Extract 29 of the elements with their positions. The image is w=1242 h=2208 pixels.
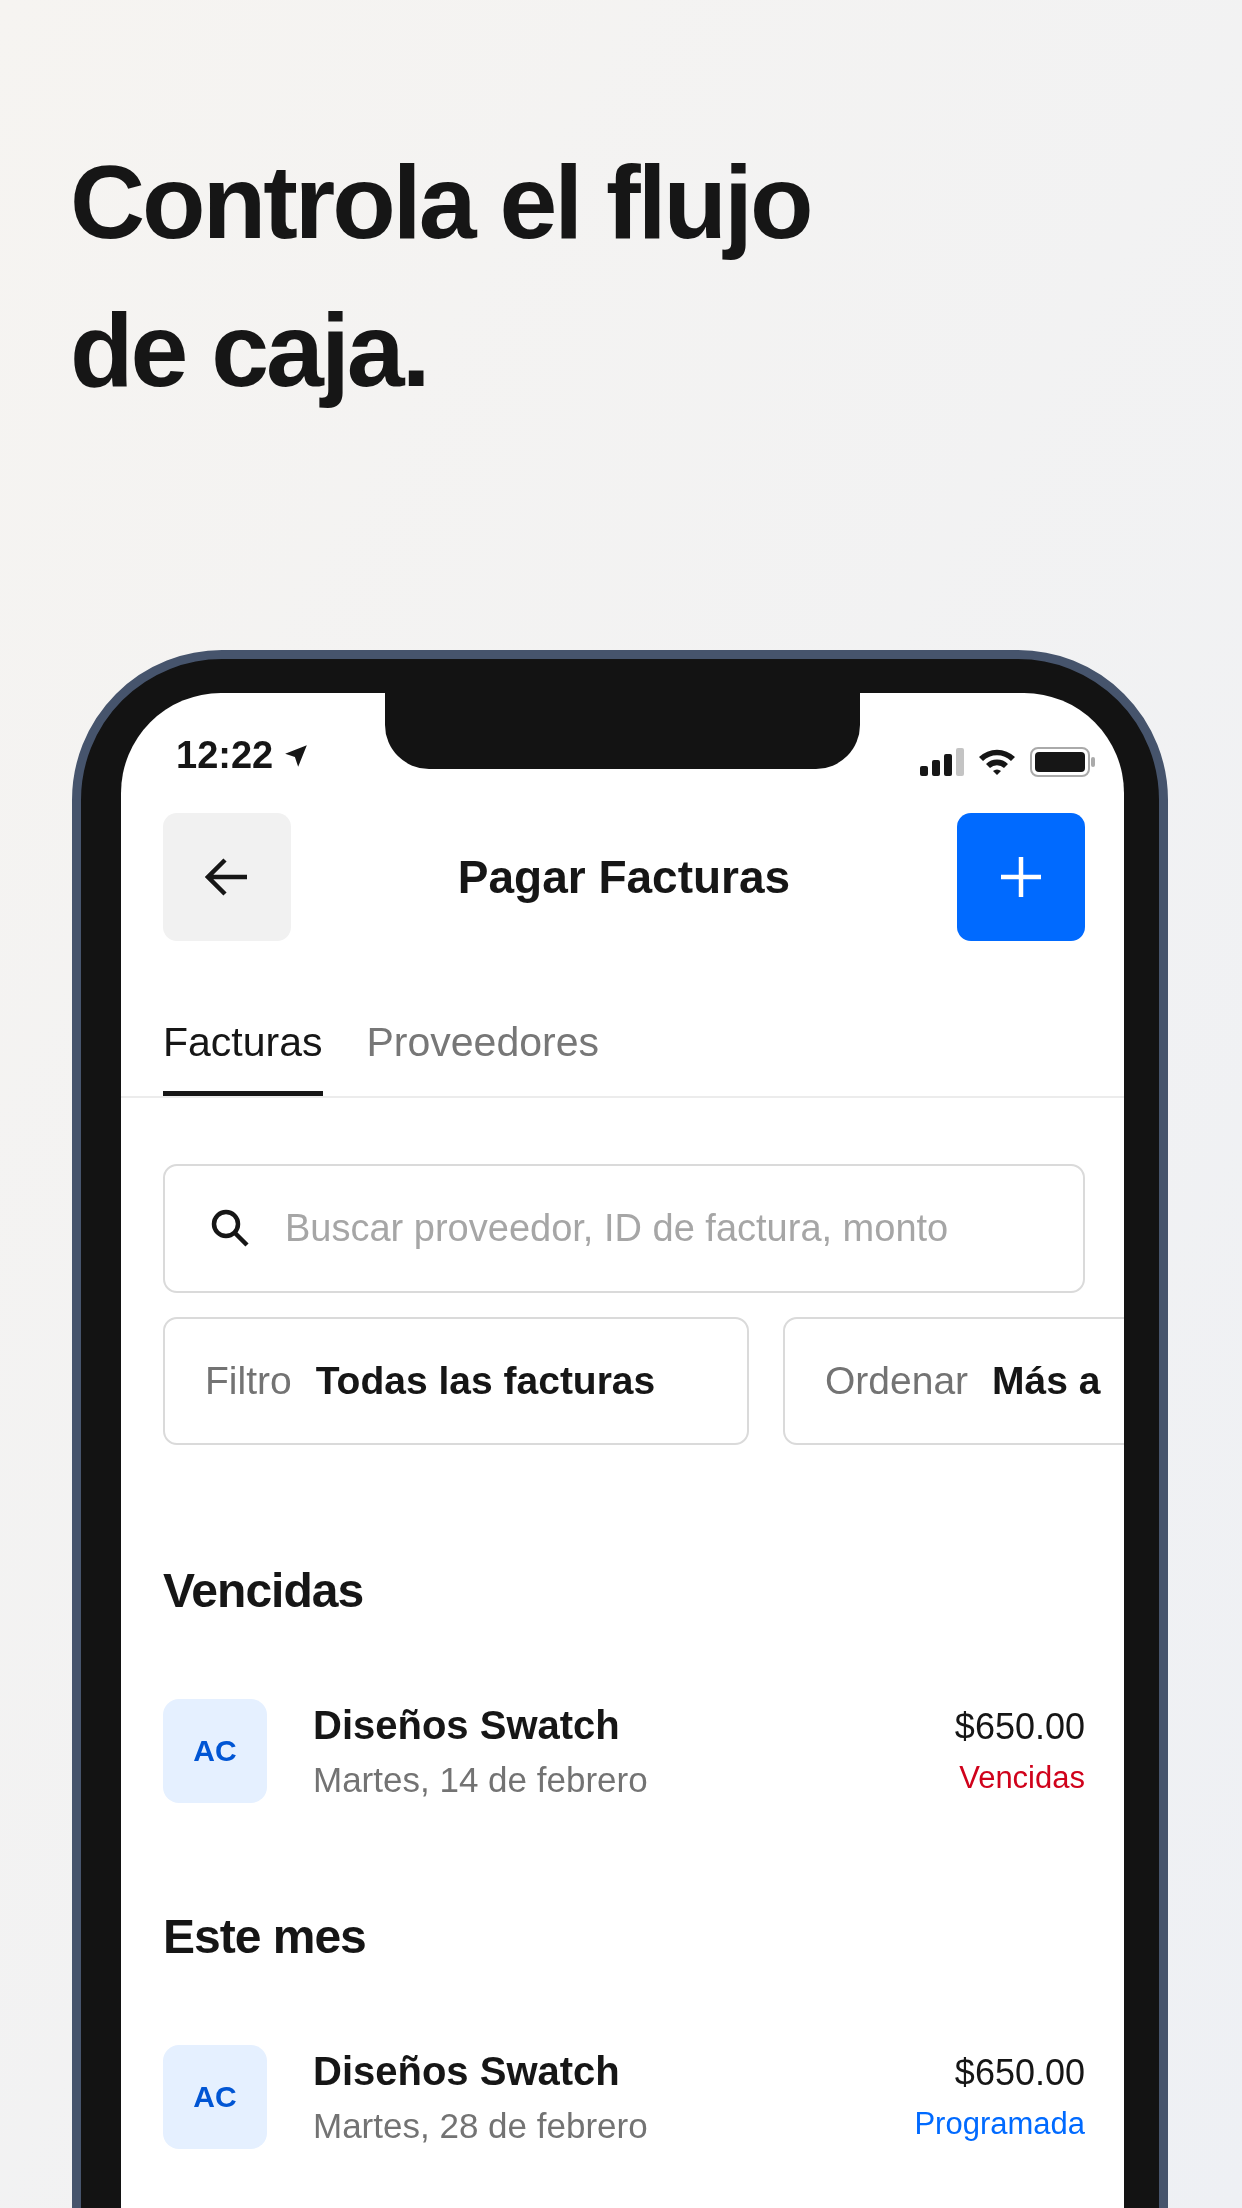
- invoice-date: Martes, 14 de febrero: [313, 1759, 649, 1800]
- page-title: Pagar Facturas: [457, 850, 791, 904]
- signal-icon: [920, 748, 964, 776]
- vendor-avatar: AC: [163, 2045, 267, 2149]
- status-time: 12:22: [176, 734, 274, 777]
- invoice-status: Vencidas: [959, 1760, 1085, 1796]
- location-icon: [283, 742, 310, 769]
- invoice-amount: $650.00: [954, 1706, 1085, 1748]
- vendor-name[interactable]: Diseños Swatch: [313, 1702, 955, 1748]
- plus-icon: [999, 855, 1043, 899]
- section-title: Vencidas: [163, 1563, 365, 1619]
- section-title: Este mes: [163, 1909, 367, 1965]
- invoice-date: Martes, 28 de febrero: [313, 2105, 649, 2146]
- invoice-status: Programada: [914, 2106, 1085, 2142]
- add-button[interactable]: [957, 813, 1085, 941]
- tab[interactable]: Proveedores: [366, 1001, 599, 1096]
- back-button[interactable]: [163, 813, 291, 941]
- battery-icon: [1030, 747, 1096, 777]
- back-arrow-icon: [205, 857, 249, 897]
- filter-chip[interactable]: Ordenar Más a: [783, 1317, 1124, 1445]
- wifi-icon: [978, 748, 1016, 776]
- vendor-avatar: AC: [163, 1699, 267, 1803]
- invoice-amount: $650.00: [954, 2052, 1085, 2094]
- headline: Controla el flujo de caja.: [69, 143, 812, 410]
- filter-chip[interactable]: Filtro Todas las facturas: [163, 1317, 749, 1445]
- search-field[interactable]: Buscar proveedor, ID de factura, monto: [163, 1164, 1085, 1293]
- search-icon: [211, 1209, 249, 1247]
- tab[interactable]: Facturas: [163, 1001, 323, 1096]
- vendor-name[interactable]: Diseños Swatch: [313, 2048, 915, 2094]
